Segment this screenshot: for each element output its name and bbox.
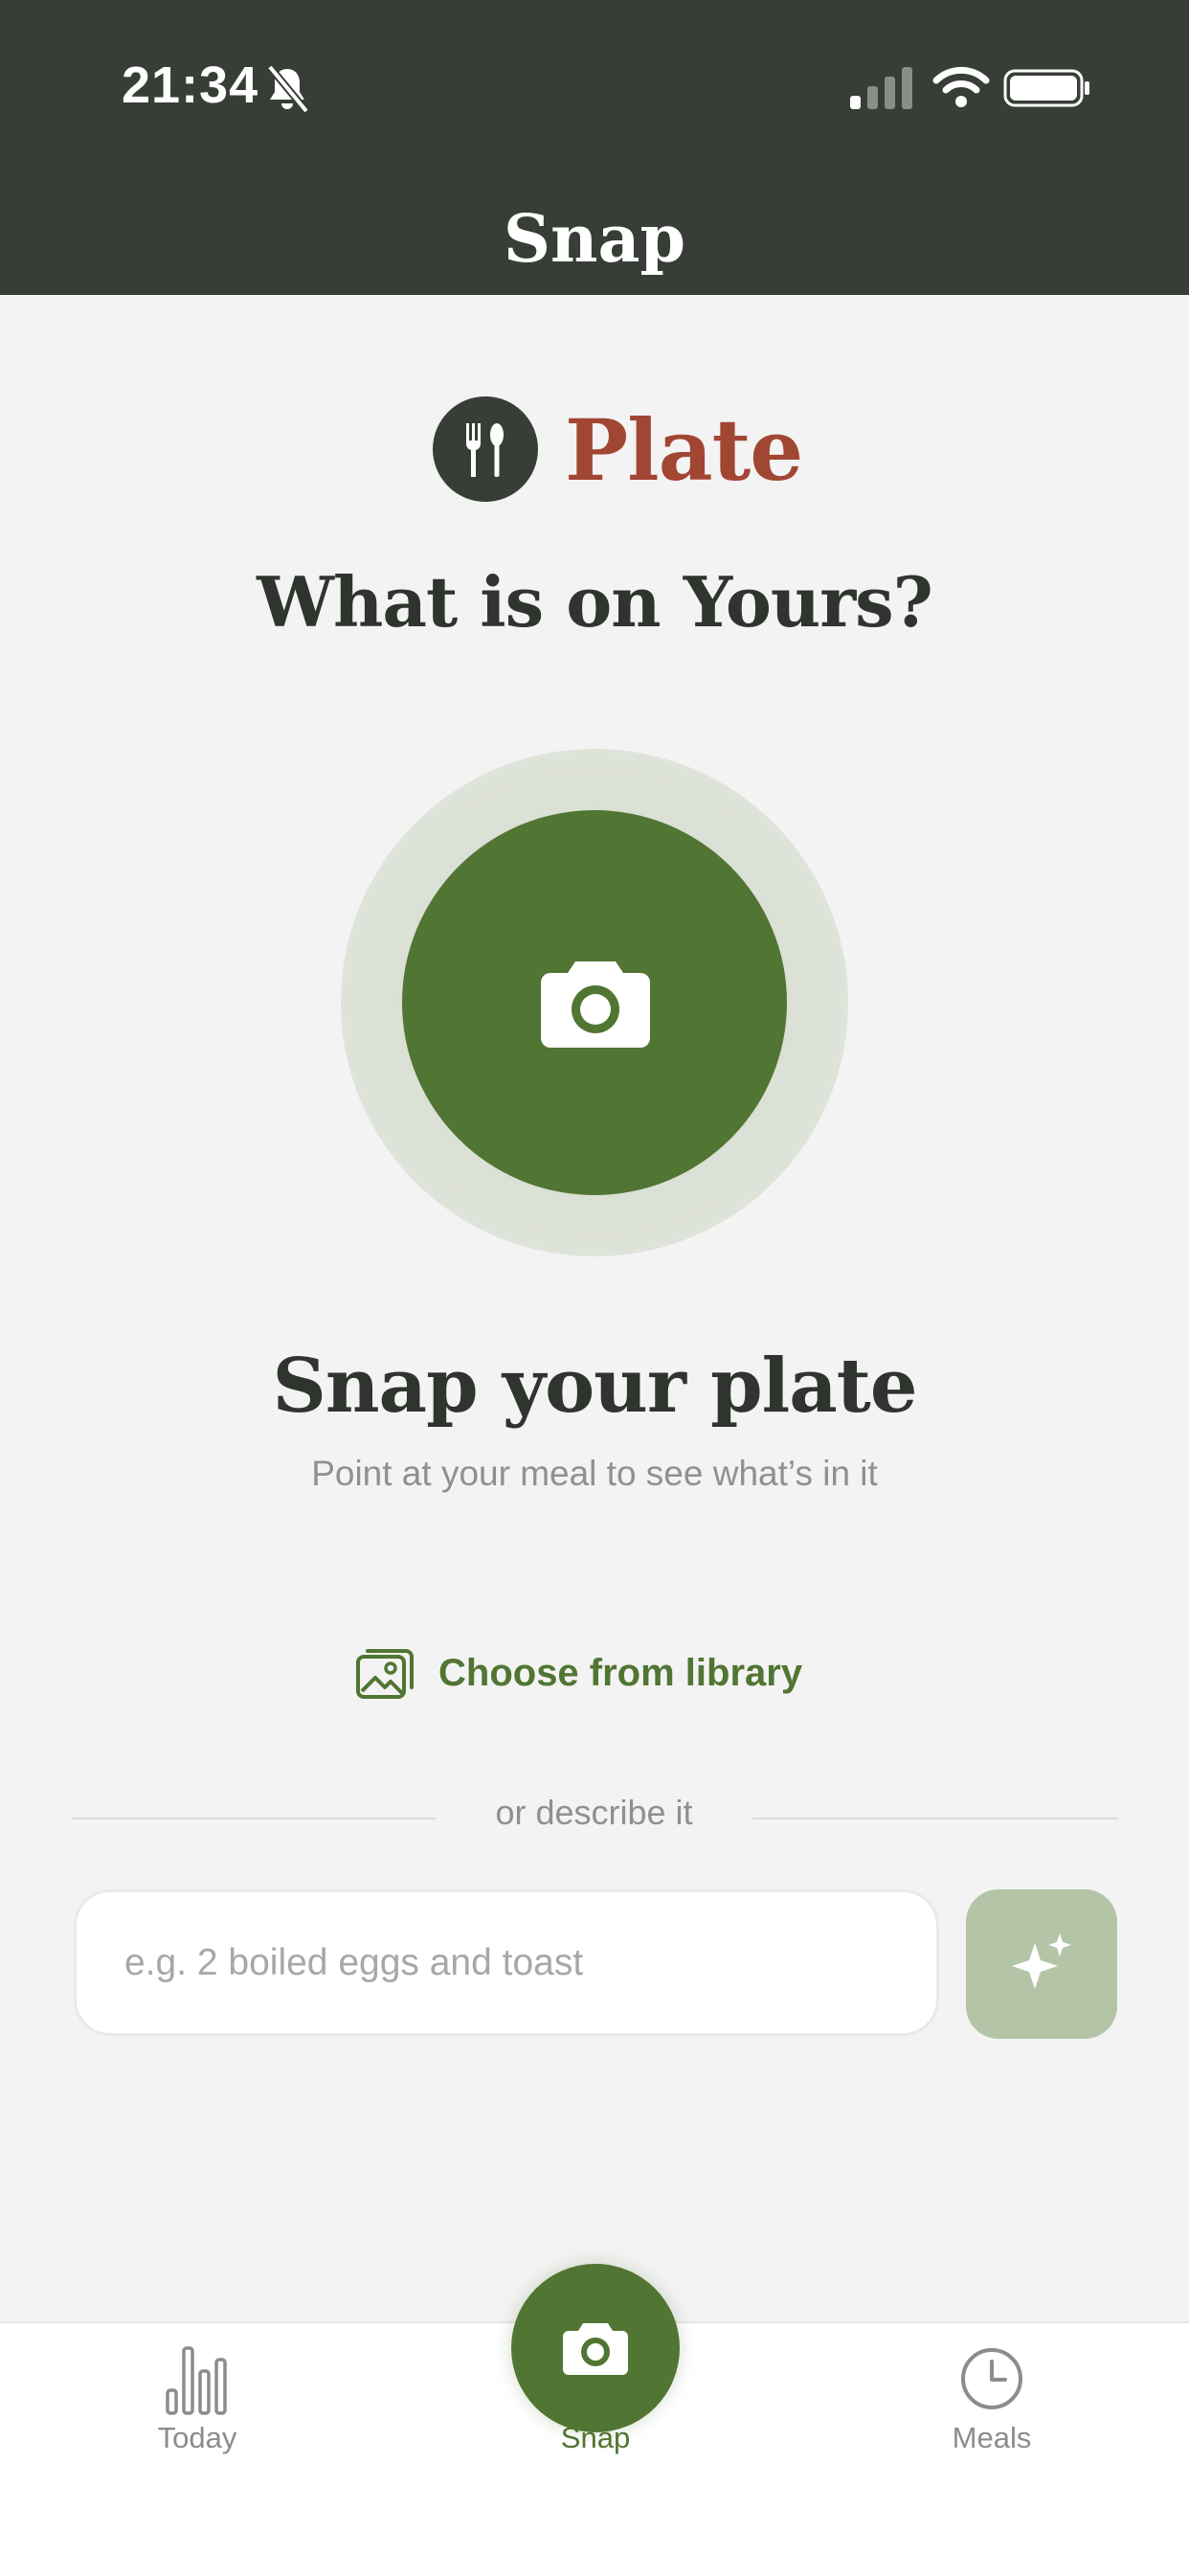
choose-from-library-label: Choose from library — [438, 1651, 803, 1694]
divider-line-right — [752, 1818, 1118, 1819]
headline: What is on Yours? — [257, 561, 933, 643]
describe-meal-input[interactable] — [74, 1889, 939, 2036]
brand-name: Plate — [565, 400, 803, 500]
tab-today[interactable]: Today — [82, 2323, 312, 2515]
sparkles-icon — [1012, 1933, 1071, 1989]
page-title: Snap — [503, 201, 686, 278]
divider-text: or describe it — [495, 1793, 693, 1832]
bar-chart-icon — [166, 2346, 227, 2415]
divider-line-left — [72, 1818, 436, 1819]
battery-icon — [1003, 69, 1089, 107]
tab-meals[interactable]: Meals — [877, 2323, 1107, 2515]
brand-logo — [433, 396, 538, 502]
camera-icon — [563, 2323, 628, 2375]
bell-slash-icon — [266, 64, 310, 114]
status-time: 21:34 — [122, 56, 259, 114]
image-gallery-icon — [356, 1649, 414, 1699]
cellular-signal-icon — [850, 67, 912, 109]
tab-meals-label: Meals — [952, 2421, 1032, 2454]
choose-from-library-button[interactable]: Choose from library — [354, 1639, 802, 1706]
camera-icon — [541, 961, 650, 1048]
clock-icon — [961, 2348, 1022, 2409]
fork-spoon-icon — [466, 423, 504, 477]
snap-subtitle: Point at your meal to see what’s in it — [311, 1454, 878, 1493]
analyze-description-button[interactable] — [966, 1889, 1117, 2039]
snap-title: Snap your plate — [272, 1343, 918, 1430]
snap-tab-button[interactable] — [511, 2264, 680, 2432]
take-photo-button[interactable] — [402, 810, 787, 1195]
tab-today-label: Today — [157, 2421, 237, 2454]
wifi-icon — [932, 66, 990, 107]
